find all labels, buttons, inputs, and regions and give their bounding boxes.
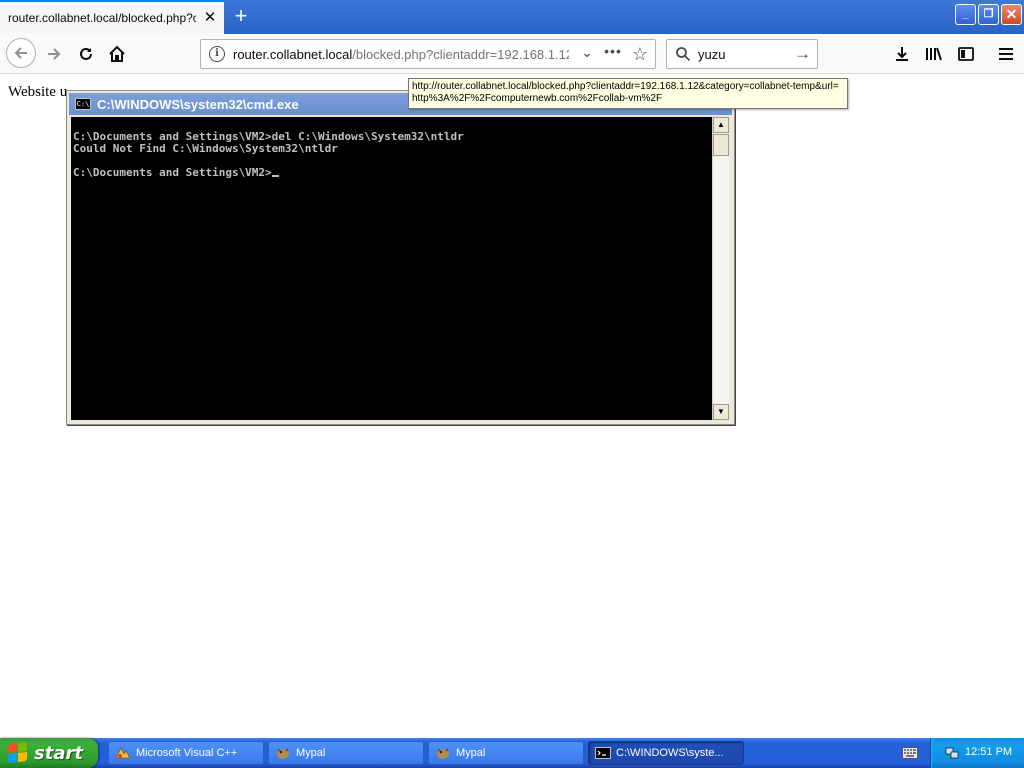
reload-button[interactable] — [72, 40, 100, 68]
visual-cpp-icon — [115, 747, 131, 759]
taskbar-item-mypal-2[interactable]: Mypal — [428, 741, 584, 765]
tab-title: router.collabnet.local/blocked.php?clien… — [8, 11, 196, 25]
search-go-arrow-icon[interactable]: → — [794, 45, 811, 63]
mypal-icon — [277, 748, 289, 759]
cmd-window-title: C:\WINDOWS\system32\cmd.exe — [97, 96, 299, 112]
bookmark-star-icon[interactable]: ☆ — [629, 43, 651, 65]
cmd-window[interactable]: C:\ C:\WINDOWS\system32\cmd.exe C:\Docum… — [66, 90, 735, 425]
restore-button[interactable]: ❐ — [978, 4, 999, 25]
sidebar-button[interactable] — [955, 43, 977, 65]
nav-toolbar: i router.collabnet.local/blocked.php?cli… — [0, 34, 1024, 74]
hamburger-menu-icon — [999, 48, 1013, 60]
console-output[interactable]: C:\Documents and Settings\VM2>del C:\Win… — [71, 117, 712, 420]
taskbar-item-mypal[interactable]: Mypal — [268, 741, 424, 765]
search-bar[interactable]: yuzu → — [666, 39, 818, 69]
scroll-down-arrow-icon[interactable]: ▼ — [713, 404, 729, 420]
console-line: Could Not Find C:\Windows\System32\ntldr — [73, 142, 338, 155]
taskbar: start Microsoft Visual C++ Mypal Mypal C… — [0, 738, 1024, 768]
url-text[interactable]: router.collabnet.local/blocked.php?clien… — [233, 47, 569, 62]
start-label: start — [34, 742, 83, 764]
taskbar-item-cmd[interactable]: C:\WINDOWS\syste... — [588, 741, 744, 765]
system-tray: 12:51 PM — [930, 738, 1024, 768]
vertical-scrollbar[interactable]: ▲ ▼ — [712, 117, 729, 420]
window-close-button[interactable]: ✕ — [1001, 4, 1022, 25]
home-icon — [109, 45, 125, 62]
close-tab-icon[interactable]: ✕ — [202, 10, 218, 26]
downloads-button[interactable] — [891, 43, 913, 65]
menu-button[interactable] — [995, 43, 1017, 65]
forward-arrow-icon — [48, 48, 61, 60]
library-button[interactable] — [923, 43, 945, 65]
url-bar[interactable]: i router.collabnet.local/blocked.php?cli… — [200, 39, 656, 69]
url-dropdown-icon[interactable]: ⌄ — [577, 44, 597, 64]
reload-icon — [80, 47, 92, 60]
scroll-up-arrow-icon[interactable]: ▲ — [713, 117, 729, 133]
scroll-thumb[interactable] — [713, 134, 729, 156]
taskbar-item-visual-cpp[interactable]: Microsoft Visual C++ — [108, 741, 264, 765]
new-tab-button[interactable]: + — [228, 4, 254, 30]
library-icon — [926, 47, 942, 61]
back-button[interactable] — [6, 38, 36, 68]
mypal-icon — [437, 748, 449, 759]
taskbar-item-label: Mypal — [456, 747, 486, 759]
url-host: router.collabnet.local — [233, 47, 353, 62]
search-icon — [676, 47, 691, 62]
cmd-window-icon: C:\ — [75, 98, 91, 110]
text-cursor — [271, 175, 279, 177]
page-info-icon[interactable]: i — [209, 46, 225, 62]
download-icon — [896, 47, 908, 61]
search-input[interactable]: yuzu — [698, 47, 725, 62]
taskbar-item-label: Microsoft Visual C++ — [136, 747, 238, 759]
start-button[interactable]: start — [0, 738, 98, 768]
console-prompt-line: C:\Documents and Settings\VM2> — [73, 167, 710, 179]
tab-strip: router.collabnet.local/blocked.php?clien… — [0, 0, 1024, 34]
browser-tab[interactable]: router.collabnet.local/blocked.php?clien… — [0, 0, 224, 34]
url-path: /blocked.php?clientaddr=192.168.1.12 — [352, 47, 569, 62]
window-controls: _ ❐ ✕ — [955, 4, 1022, 25]
cmd-icon — [595, 747, 611, 759]
link-tooltip: http://router.collabnet.local/blocked.ph… — [408, 78, 848, 109]
sidebar-icon — [958, 47, 974, 61]
keyboard-language-icon[interactable] — [902, 747, 918, 759]
minimize-button[interactable]: _ — [955, 4, 976, 25]
clock[interactable]: 12:51 PM — [965, 746, 1012, 758]
home-button[interactable] — [103, 40, 131, 68]
page-body-text: Website u — [8, 84, 68, 100]
forward-button[interactable] — [40, 40, 68, 68]
back-arrow-icon — [14, 47, 27, 59]
windows-logo-icon — [8, 742, 28, 764]
console-prompt: C:\Documents and Settings\VM2> — [73, 166, 272, 179]
network-icon[interactable] — [945, 746, 959, 760]
page-actions-icon[interactable]: ••• — [601, 43, 625, 63]
screen: router.collabnet.local/blocked.php?clien… — [0, 0, 1024, 768]
taskbar-item-label: C:\WINDOWS\syste... — [616, 747, 724, 759]
taskbar-item-label: Mypal — [296, 747, 326, 759]
